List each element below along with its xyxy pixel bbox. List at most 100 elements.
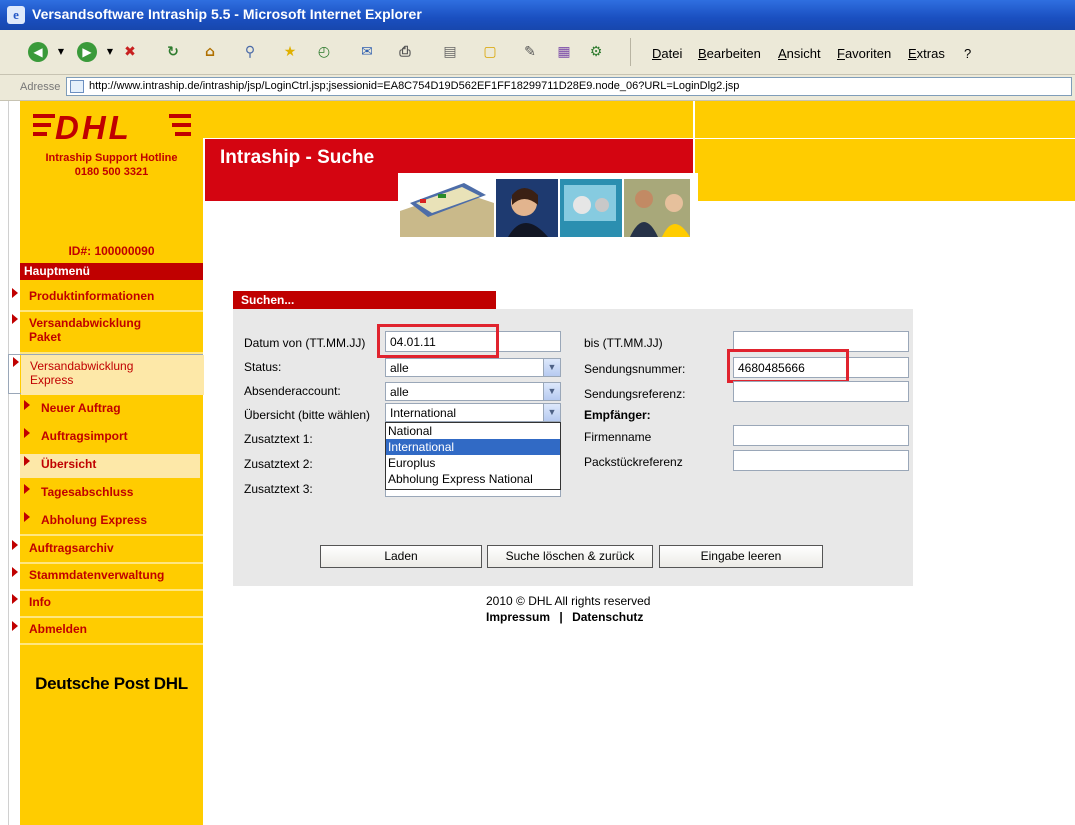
nav-tagesabschluss[interactable]: Tagesabschluss [20,482,200,506]
nav-label[interactable]: Produktinformationen [29,289,154,303]
browser-toolbar: ◀ ▼ ▶ ▼ ✖ ↻ ⌂ ⚲ ★ ◴ ✉ ⎙ ▤ ▢ ✎ ▦ ⚙ Datei … [0,30,1075,75]
hotline-number: 0180 500 3321 [74,166,149,178]
main-menu-heading: Hauptmenü [20,263,203,280]
back-icon[interactable]: ◀ [28,42,48,62]
arrow-right-icon [12,540,18,550]
search-icon[interactable]: ⚲ [240,42,260,62]
company-input[interactable] [733,425,909,446]
status-value: alle [390,361,409,375]
refresh-icon[interactable]: ↻ [163,42,183,62]
overview-dropdown-list[interactable]: National International Europlus Abholung… [385,422,561,490]
banner-yellow [695,139,1075,201]
nav-label[interactable]: Stammdatenverwaltung [29,568,164,582]
back-dropdown-icon[interactable]: ▼ [51,42,71,62]
nav-abholung-express[interactable]: Abholung Express [20,510,200,534]
mail-icon[interactable]: ✉ [357,42,377,62]
option-europlus[interactable]: Europlus [386,455,560,471]
window-title: Versandsoftware Intraship 5.5 - Microsof… [32,6,422,22]
tools-icon[interactable]: ⚙ [586,42,606,62]
history-icon[interactable]: ◴ [314,42,334,62]
recipient-heading: Empfänger: [584,408,651,422]
nav-neuer-auftrag[interactable]: Neuer Auftrag [20,398,200,422]
option-national[interactable]: National [386,423,560,439]
address-input[interactable]: http://www.intraship.de/intraship/jsp/Lo… [66,77,1072,96]
nav-stammdatenverwaltung[interactable]: Stammdatenverwaltung [8,565,203,589]
nav-info[interactable]: Info [8,592,203,616]
window-titlebar: e Versandsoftware Intraship 5.5 - Micros… [0,0,1075,30]
extra-text-3-label: Zusatztext 3: [244,482,313,496]
nav-label[interactable]: Neuer Auftrag [41,401,121,415]
reset-input-button[interactable]: Eingabe leeren [659,545,823,568]
stop-icon[interactable]: ✖ [120,42,140,62]
arrow-right-icon [13,357,19,367]
research-icon[interactable]: ▦ [554,42,574,62]
account-value: alle [390,385,409,399]
nav-label[interactable]: Info [29,595,51,609]
deutsche-post-dhl-logo: Deutsche Post DHL [35,674,188,693]
nav-produktinformationen[interactable]: Produktinformationen [8,286,203,310]
option-abholung-express-national[interactable]: Abholung Express National [386,471,560,487]
nav-auftragsarchiv[interactable]: Auftragsarchiv [8,538,203,562]
menu-bearbeiten[interactable]: Bearbeiten [698,46,761,61]
impressum-link[interactable]: Impressum [486,610,550,624]
nav-uebersicht[interactable]: Übersicht [20,454,200,478]
nav-label[interactable]: Auftragsimport [41,429,128,443]
print-icon[interactable]: ⎙ [395,42,415,62]
address-label: Adresse [20,81,61,93]
messenger-icon[interactable]: ✎ [520,42,540,62]
forward-icon[interactable]: ▶ [77,42,97,62]
home-icon[interactable]: ⌂ [200,42,220,62]
status-label: Status: [244,360,282,374]
nav-versandabwicklung-paket[interactable]: Versandabwicklung Paket [8,312,203,352]
forward-dropdown-icon[interactable]: ▼ [100,42,120,62]
date-from-highlight [377,324,499,358]
account-select[interactable]: alle ▼ [385,382,561,401]
arrow-right-icon [24,484,30,494]
package-reference-input[interactable] [733,450,909,471]
option-international[interactable]: International [386,439,560,455]
nav-label[interactable]: Abmelden [29,622,87,636]
privacy-link[interactable]: Datenschutz [572,610,643,624]
menu-favoriten[interactable]: Favoriten [837,46,891,61]
menu-help[interactable]: ? [964,46,971,61]
discuss-icon[interactable]: ▢ [480,42,500,62]
shipment-reference-input[interactable] [733,381,909,402]
account-label: Absenderaccount: [244,384,341,398]
chevron-down-icon[interactable]: ▼ [543,359,560,376]
nav-label[interactable]: Versandabwicklung Express [30,359,170,387]
arrow-right-icon [12,288,18,298]
nav-auftragsimport[interactable]: Auftragsimport [20,426,200,450]
address-url[interactable]: http://www.intraship.de/intraship/jsp/Lo… [89,80,739,92]
date-to-label: bis (TT.MM.JJ) [584,336,663,350]
load-button[interactable]: Laden [320,545,482,568]
favorites-icon[interactable]: ★ [280,42,300,62]
nav-label[interactable]: Übersicht [41,457,96,471]
overview-select[interactable]: International ▼ [385,403,561,422]
nav-abmelden[interactable]: Abmelden [8,619,203,643]
arrow-right-icon [24,428,30,438]
page-title: Intraship - Suche [220,147,375,168]
date-from-label: Datum von (TT.MM.JJ) [244,336,366,350]
copyright: 2010 © DHL All rights reserved [486,594,651,608]
chevron-down-icon[interactable]: ▼ [543,383,560,400]
dhl-logo[interactable]: DHL [33,111,191,147]
nav-label[interactable]: Versandabwicklung Paket [29,316,169,344]
menu-extras[interactable]: Extras [908,46,945,61]
nav-label[interactable]: Abholung Express [41,513,147,527]
nav-versandabwicklung-express[interactable]: Versandabwicklung Express [8,354,204,395]
status-select[interactable]: alle ▼ [385,358,561,377]
arrow-right-icon [24,400,30,410]
shipment-number-label: Sendungsnummer: [584,362,686,376]
footer-links: Impressum | Datenschutz [486,610,643,624]
nav-label[interactable]: Tagesabschluss [41,485,133,499]
search-section-title: Suchen... [233,291,496,309]
menu-datei[interactable]: Datei [652,46,682,61]
shipment-number-highlight [727,349,849,383]
menu-ansicht[interactable]: Ansicht [778,46,821,61]
clear-search-back-button[interactable]: Suche löschen & zurück [487,545,653,568]
svg-text:DHL: DHL [55,111,132,146]
company-label: Firmenname [584,430,652,444]
nav-label[interactable]: Auftragsarchiv [29,541,114,555]
edit-icon[interactable]: ▤ [440,42,460,62]
chevron-down-icon[interactable]: ▼ [543,404,560,421]
